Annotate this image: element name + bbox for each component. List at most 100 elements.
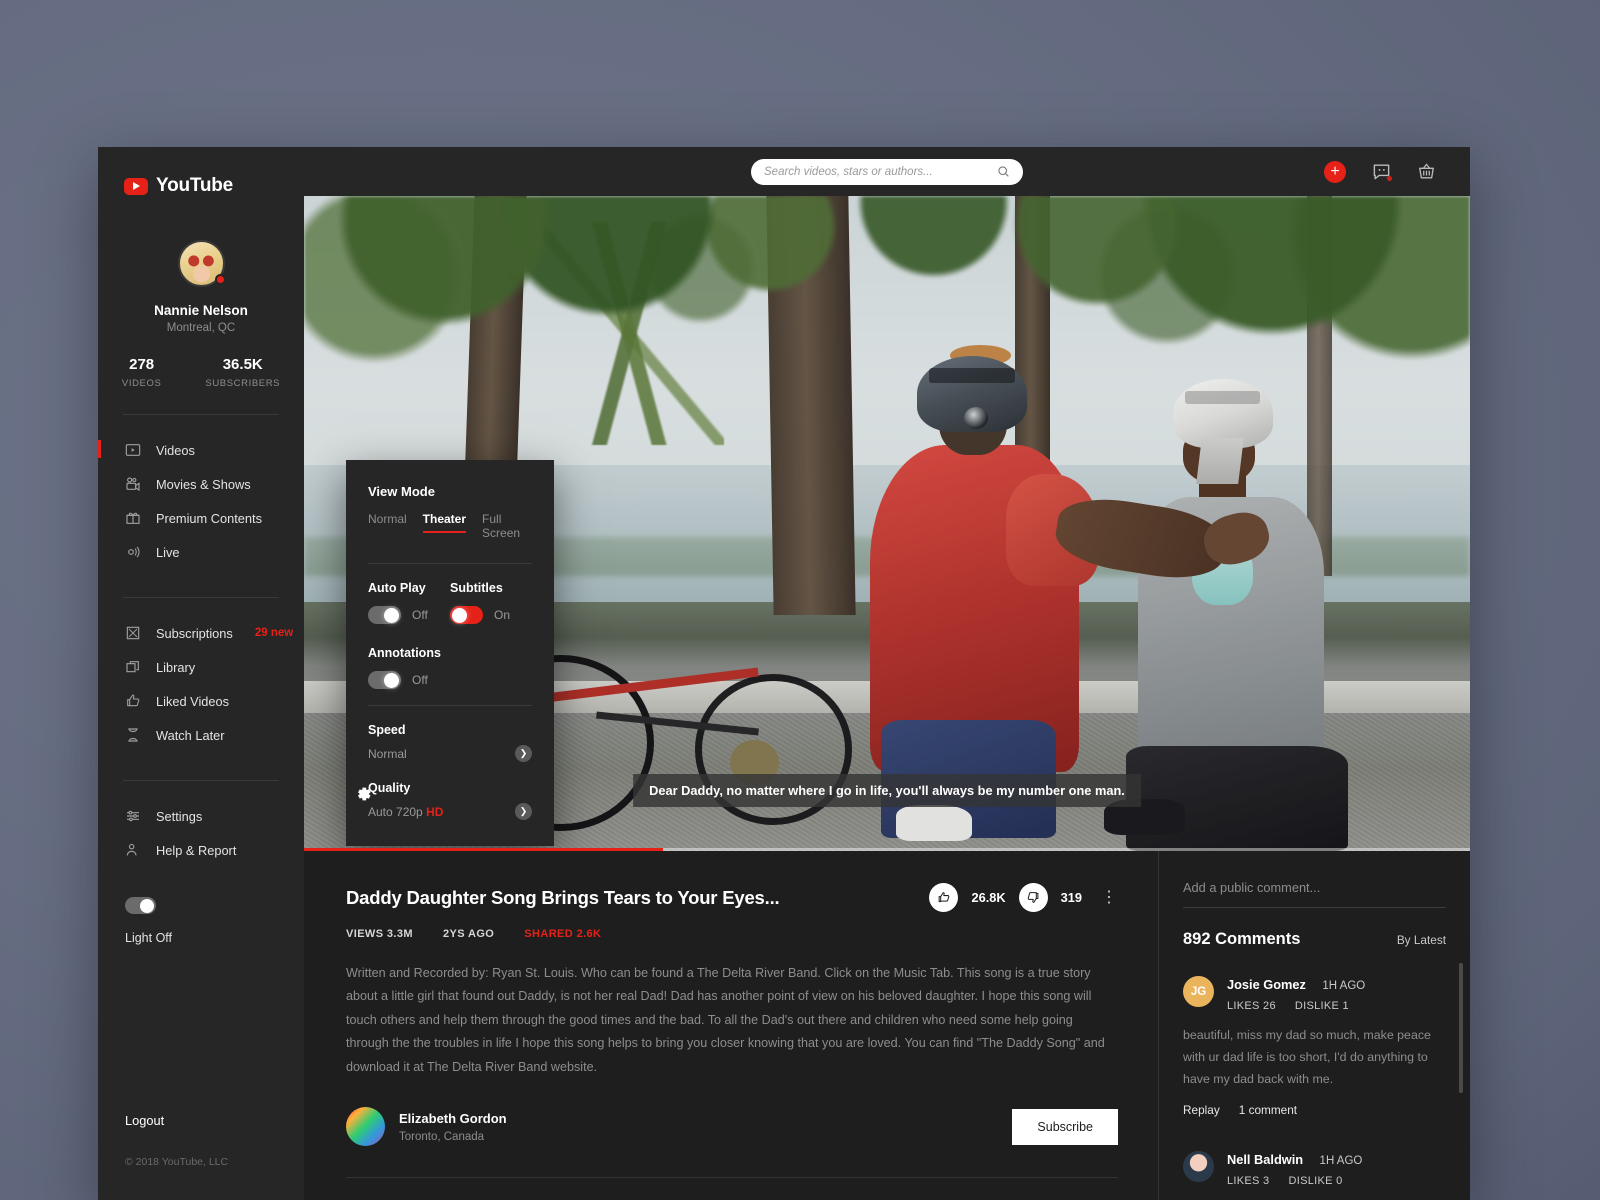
chevron-right-icon[interactable]: ❯ <box>515 803 532 820</box>
sidebar-item-label: Movies & Shows <box>156 476 251 492</box>
uploader-name: Elizabeth Gordon <box>399 1110 507 1126</box>
view-mode-full-screen[interactable]: Full Screen <box>482 512 532 547</box>
notification-dot <box>1387 176 1392 181</box>
profile-name: Nannie Nelson <box>154 303 248 318</box>
sidebar-item-label: Premium Contents <box>156 510 262 526</box>
annotations-group: Annotations Off <box>368 646 532 689</box>
chevron-right-icon[interactable]: ❯ <box>515 745 532 762</box>
sidebar-item-label: Subscriptions <box>156 625 233 641</box>
autoplay-group: Auto Play Off <box>368 581 450 624</box>
quality-hd-badge: HD <box>426 804 444 819</box>
more-options-icon[interactable]: ⋮ <box>1095 889 1118 905</box>
like-count: 26.8K <box>971 890 1006 905</box>
video-player[interactable]: View Mode Normal Theater Full Screen Aut… <box>304 196 1470 851</box>
search-input[interactable] <box>764 165 991 178</box>
comment-input[interactable] <box>1183 880 1446 895</box>
messages-icon[interactable] <box>1372 162 1392 181</box>
video-frame-icon <box>125 444 141 456</box>
subscribe-button[interactable]: Subscribe <box>1012 1108 1118 1145</box>
autoplay-state: Off <box>412 608 428 622</box>
videos-count: 278 <box>129 356 155 373</box>
subscribers-label: SUBSCRIBERS <box>205 378 281 389</box>
add-comment-box[interactable] <box>1183 879 1446 908</box>
sidebar-item-library[interactable]: Library <box>98 650 304 684</box>
sidebar-divider-2 <box>123 597 279 598</box>
sidebar-item-subscriptions[interactable]: Subscriptions 29 new <box>98 616 304 650</box>
sidebar-item-watch-later[interactable]: Watch Later <box>98 718 304 752</box>
add-button[interactable]: + <box>1324 160 1346 183</box>
sidebar-item-settings[interactable]: Settings <box>98 799 304 833</box>
comment-replies-count[interactable]: 1 comment <box>1239 1103 1297 1117</box>
comments-sort[interactable]: By Latest <box>1397 933 1446 947</box>
view-mode-theater[interactable]: Theater <box>422 512 467 533</box>
logout-button[interactable]: Logout <box>125 1113 164 1128</box>
video-detail-panel: Daddy Daughter Song Brings Tears to Your… <box>304 851 1158 1200</box>
top-bar: + <box>304 147 1470 196</box>
comment-avatar <box>1183 1151 1214 1183</box>
settings-gear-icon[interactable] <box>352 783 374 805</box>
video-age: 2YS AGO <box>442 928 495 940</box>
subtitles-state: On <box>494 608 511 622</box>
comment-likes: LIKES 3 <box>1227 1175 1270 1188</box>
autoplay-toggle[interactable] <box>368 606 401 624</box>
comment-item: JG Josie Gomez 1H AGO LIKES 26 DISLIKE 1 <box>1183 976 1446 1117</box>
comment-likes: LIKES 26 <box>1227 1000 1276 1012</box>
sidebar-item-help-report[interactable]: Help & Report <box>98 833 304 867</box>
sidebar-divider-1 <box>123 414 279 415</box>
comment-author[interactable]: Josie Gomez <box>1227 977 1306 992</box>
comments-count: 892 Comments <box>1183 930 1301 948</box>
title-row: Daddy Daughter Song Brings Tears to Your… <box>346 883 1118 912</box>
like-button[interactable] <box>929 883 959 912</box>
comment-author[interactable]: Nell Baldwin <box>1227 1152 1303 1167</box>
autoplay-label: Auto Play <box>368 581 426 595</box>
brand-logo[interactable]: YouTube <box>98 147 304 197</box>
light-toggle[interactable] <box>125 897 156 914</box>
search-bar[interactable] <box>751 158 1023 185</box>
subtitles-toggle[interactable] <box>450 606 483 624</box>
dislike-count: 319 <box>1060 890 1082 905</box>
view-mode-normal[interactable]: Normal <box>368 512 407 533</box>
sliders-icon <box>127 810 139 822</box>
sidebar-item-movies-shows[interactable]: Movies & Shows <box>98 467 304 501</box>
thumbs-up-icon <box>127 694 140 707</box>
main-column: + <box>304 147 1470 1200</box>
subscribers-count: 36.5K <box>222 356 263 373</box>
sidebar-item-videos[interactable]: Videos <box>98 433 304 467</box>
view-mode-label: View Mode <box>368 484 435 499</box>
youtube-play-icon <box>124 177 148 195</box>
video-caption: Dear Daddy, no matter where I go in life… <box>633 774 1141 807</box>
comment-reply-button[interactable]: Replay <box>1183 1103 1220 1117</box>
avatar[interactable] <box>177 240 226 287</box>
comments-header: 892 Comments By Latest <box>1183 930 1446 949</box>
library-icon <box>126 661 139 673</box>
video-description: Written and Recorded by: Ryan St. Louis.… <box>346 966 1105 1074</box>
cart-icon[interactable] <box>1417 162 1436 181</box>
sidebar-item-label: Liked Videos <box>156 693 230 709</box>
comment-dislikes: DISLIKE 1 <box>1294 1000 1349 1012</box>
quality-group[interactable]: Quality Auto 720p HD ❯ <box>368 781 532 820</box>
sidebar-nav-system: Settings Help & Report <box>98 799 304 867</box>
sidebar-item-premium-contents[interactable]: Premium Contents <box>98 501 304 535</box>
light-toggle-group: Light Off <box>98 867 304 945</box>
sidebar-item-live[interactable]: Live <box>98 535 304 569</box>
dislike-button[interactable] <box>1018 883 1048 912</box>
annotations-toggle[interactable] <box>368 671 401 689</box>
speed-group[interactable]: Speed Normal ❯ <box>368 723 532 762</box>
quality-value: Auto 720p HD <box>368 804 444 819</box>
sidebar-nav-library: Subscriptions 29 new Library Liked Video… <box>98 616 304 752</box>
sidebar-item-label: Watch Later <box>156 727 225 743</box>
sidebar-item-label: Library <box>156 659 196 675</box>
broadcast-icon <box>128 546 140 558</box>
settings-divider-2 <box>368 705 532 706</box>
comment-dislikes: DISLIKE 0 <box>1288 1175 1343 1188</box>
views-count: VIEWS 3.3M <box>346 928 413 940</box>
movie-camera-icon <box>126 477 140 492</box>
sidebar-item-liked-videos[interactable]: Liked Videos <box>98 684 304 718</box>
comments-scrollbar[interactable] <box>1459 963 1463 1093</box>
uploader-info[interactable]: Elizabeth Gordon Toronto, Canada <box>346 1107 507 1147</box>
videos-label: VIDEOS <box>121 378 162 389</box>
sidebar-item-label: Help & Report <box>156 842 237 858</box>
sidebar-item-label: Live <box>156 544 180 560</box>
sidebar-item-label: Videos <box>156 442 195 458</box>
player-settings-panel[interactable]: View Mode Normal Theater Full Screen Aut… <box>346 460 554 846</box>
